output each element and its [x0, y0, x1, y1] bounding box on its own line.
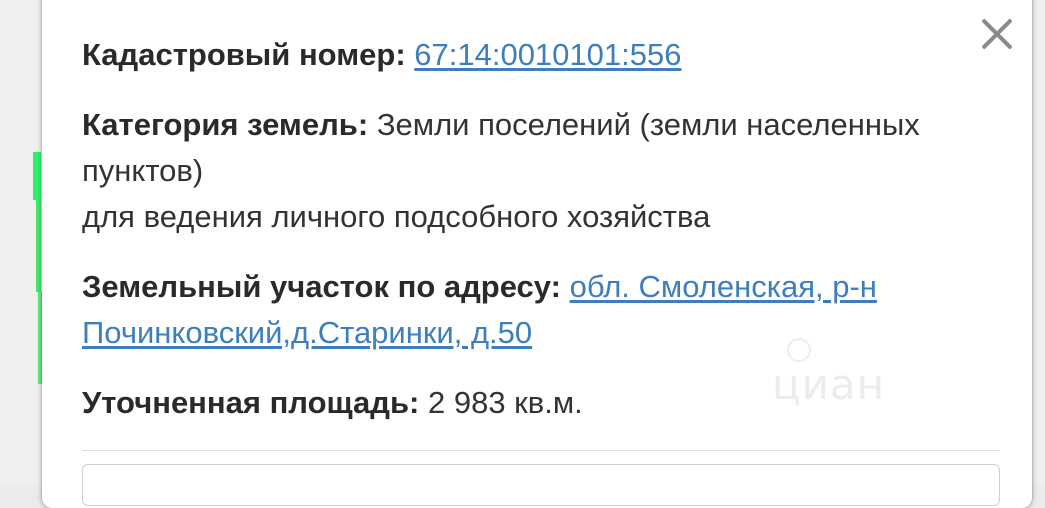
close-icon[interactable]: [976, 14, 1016, 54]
divider: [82, 450, 1000, 451]
cadastral-number-link[interactable]: 67:14:0010101:556: [414, 37, 681, 72]
cadastral-number-row: Кадастровый номер: 67:14:0010101:556: [82, 32, 982, 78]
land-category-row: Категория земель: Земли поселений (земли…: [82, 102, 982, 240]
cadastral-number-label: Кадастровый номер:: [82, 37, 406, 72]
land-category-value-cont: пунктов): [82, 153, 204, 188]
watermark-logo-icon: [787, 338, 811, 362]
cadastral-info-popup: Кадастровый номер: 67:14:0010101:556 Кат…: [42, 0, 1032, 508]
address-row: Земельный участок по адресу: обл. Смолен…: [82, 264, 982, 356]
land-use-purpose: для ведения личного подсобного хозяйства: [82, 199, 711, 234]
area-value: 2 983 кв.м.: [427, 385, 583, 420]
route-line: [33, 152, 41, 200]
land-category-label: Категория земель:: [82, 107, 369, 142]
route-line: [36, 200, 41, 292]
watermark: циан: [772, 360, 886, 409]
next-card[interactable]: [82, 464, 1000, 506]
address-link-cont[interactable]: Починковский,д.Старинки, д.50: [82, 315, 532, 350]
address-link[interactable]: обл. Смоленская, р-н: [570, 269, 877, 304]
area-label: Уточненная площадь:: [82, 385, 420, 420]
address-label: Земельный участок по адресу:: [82, 269, 561, 304]
land-category-value: Земли поселений (земли населенных: [376, 107, 920, 142]
